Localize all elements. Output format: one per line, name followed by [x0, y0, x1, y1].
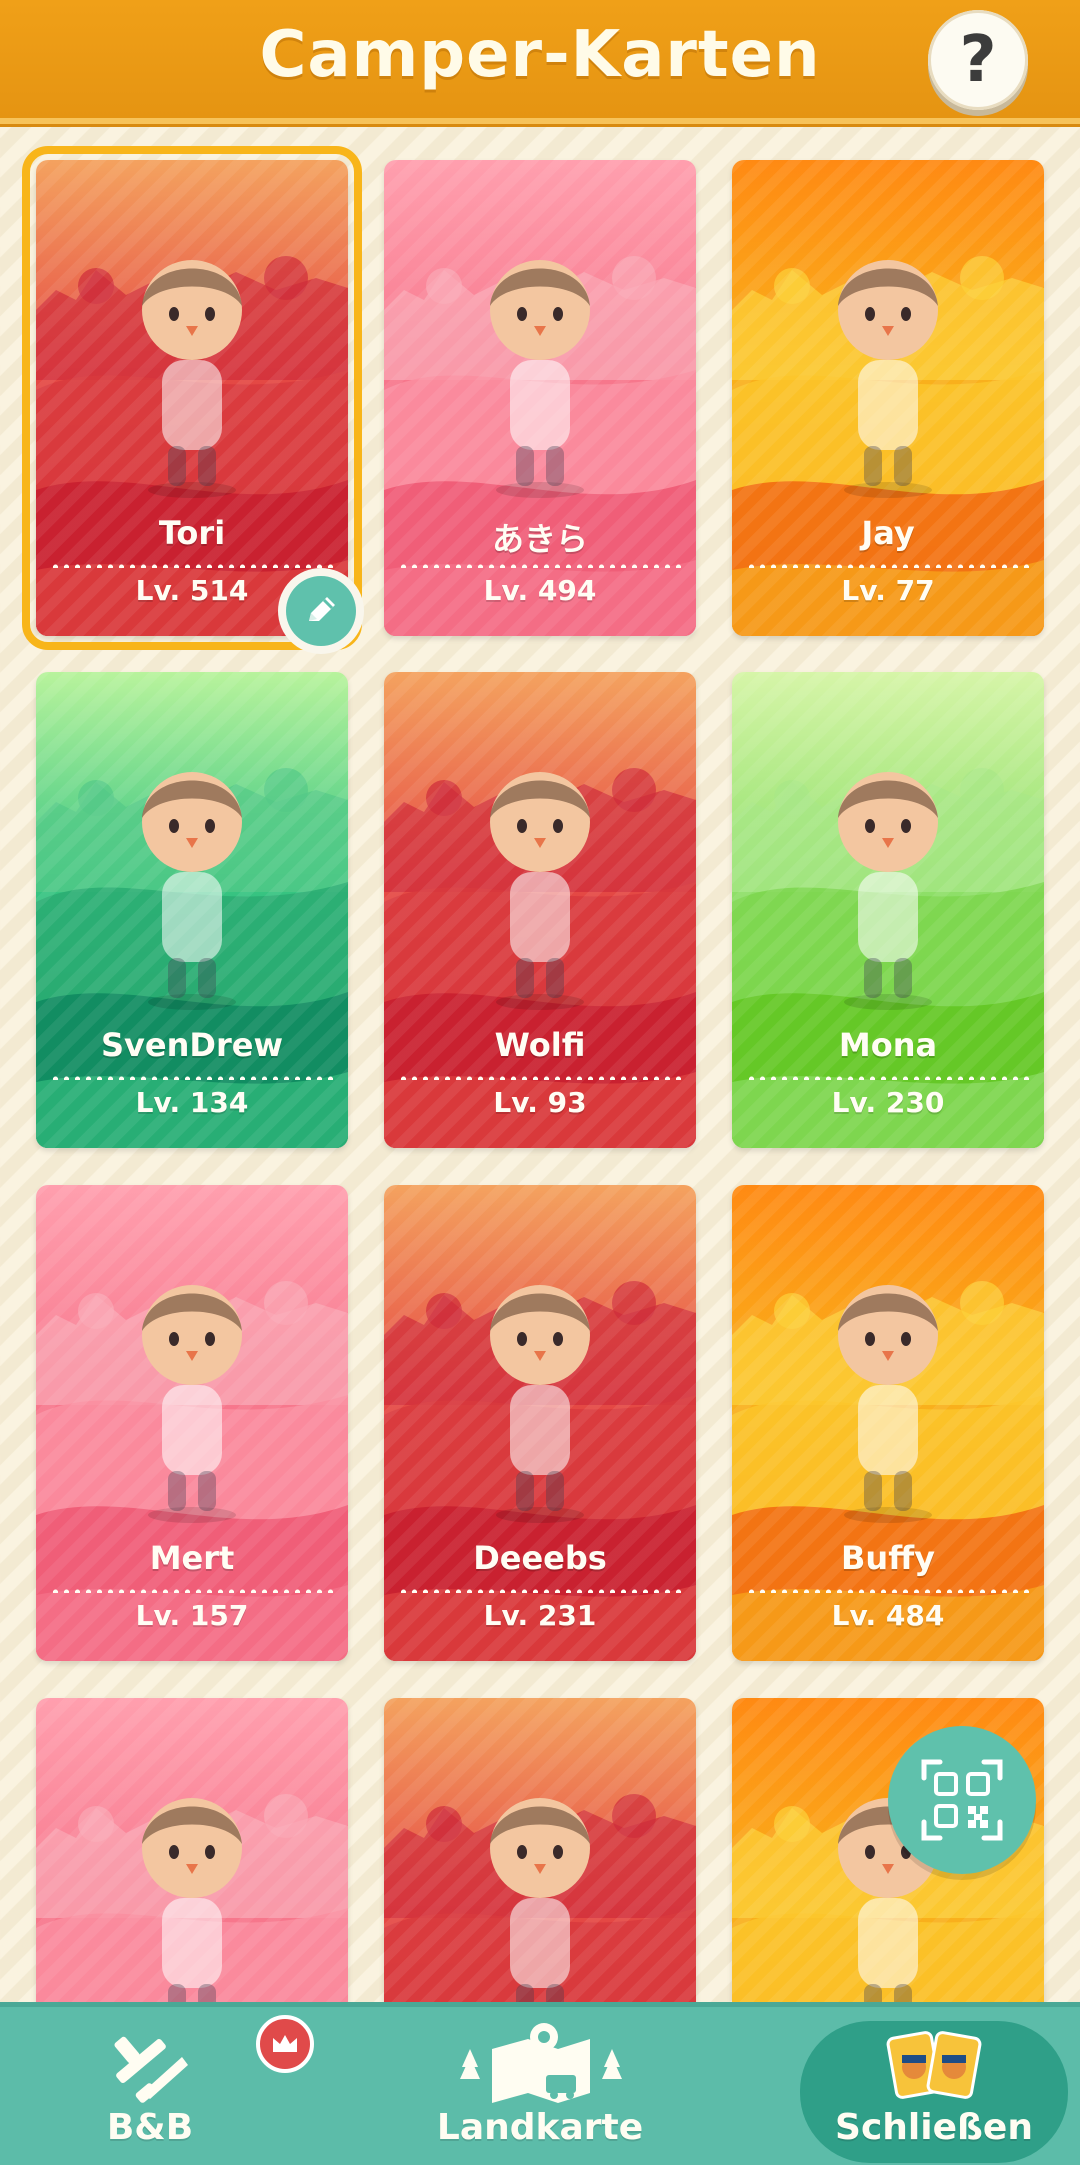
cards-icon: [886, 2031, 982, 2099]
dotted-divider: [398, 1076, 682, 1080]
camper-card[interactable]: [384, 1698, 696, 2002]
edit-card-button[interactable]: [278, 568, 364, 654]
top-bar: Camper-Karten ?: [0, 0, 1080, 124]
camper-level: Lv. 230: [831, 1086, 945, 1119]
camper-card[interactable]: [36, 1698, 348, 2002]
camper-level: Lv. 93: [493, 1086, 587, 1119]
camper-card[interactable]: Wolfi Lv. 93: [384, 672, 696, 1148]
camper-card[interactable]: Mona Lv. 230: [732, 672, 1044, 1148]
camper-card-grid: Tori Lv. 514 あきら Lv. 494 Jay Lv. 77 SvenDrew Lv…: [0, 0, 1080, 2002]
camper-avatar: [490, 1798, 590, 2002]
camper-name: Mona: [838, 1026, 938, 1064]
nav-close[interactable]: Schließen: [800, 2021, 1068, 2163]
camper-card[interactable]: Deeebs Lv. 231: [384, 1185, 696, 1661]
camper-card[interactable]: Jay Lv. 77: [732, 160, 1044, 636]
qr-code-button[interactable]: [888, 1726, 1036, 1874]
dotted-divider: [50, 1076, 334, 1080]
camper-name: あきら: [491, 520, 588, 558]
camper-card[interactable]: あきら Lv. 494: [384, 160, 696, 636]
camper-name: Jay: [861, 514, 915, 552]
camper-name: Tori: [158, 514, 226, 552]
camper-name: Buffy: [841, 1539, 935, 1577]
qr-code-icon: [921, 1759, 1003, 1841]
pencil-icon: [286, 576, 356, 646]
camper-name: Wolfi: [494, 1026, 586, 1064]
map-icon: [460, 2023, 622, 2103]
camper-card[interactable]: Buffy Lv. 484: [732, 1185, 1044, 1661]
hammer-saw-icon: [114, 2036, 188, 2103]
camper-name: Mert: [149, 1539, 235, 1577]
camper-avatar: [142, 1798, 242, 2002]
nav-bnb[interactable]: B&B: [60, 2007, 314, 2165]
camper-level: Lv. 484: [831, 1599, 945, 1632]
camper-level: Lv. 77: [841, 574, 935, 607]
page-title: Camper-Karten: [259, 18, 821, 92]
help-button[interactable]: ?: [928, 10, 1028, 110]
camper-level: Lv. 157: [135, 1599, 249, 1632]
camper-name: SvenDrew: [101, 1026, 283, 1064]
dotted-divider: [746, 564, 1030, 568]
camper-card[interactable]: SvenDrew Lv. 134: [36, 672, 348, 1148]
dotted-divider: [50, 1589, 334, 1593]
question-mark-icon: ?: [959, 23, 997, 97]
camper-level: Lv. 494: [483, 574, 597, 607]
nav-close-label: Schließen: [835, 2107, 1033, 2148]
nav-map-label: Landkarte: [436, 2107, 644, 2148]
bottom-navigation: B&B Landkarte Schließen: [0, 2002, 1080, 2165]
dotted-divider: [50, 564, 334, 568]
dotted-divider: [746, 1076, 1030, 1080]
nav-bnb-label: B&B: [106, 2107, 194, 2148]
crown-badge: [256, 2015, 314, 2073]
nav-map[interactable]: Landkarte: [430, 2007, 650, 2165]
camper-card[interactable]: Tori Lv. 514: [22, 146, 362, 650]
dotted-divider: [746, 1589, 1030, 1593]
dotted-divider: [398, 564, 682, 568]
camper-level: Lv. 231: [483, 1599, 597, 1632]
dotted-divider: [398, 1589, 682, 1593]
camper-name: Deeebs: [473, 1539, 607, 1577]
camper-level: Lv. 134: [135, 1086, 249, 1119]
crown-icon: [273, 2035, 297, 2052]
camper-card[interactable]: Mert Lv. 157: [36, 1185, 348, 1661]
